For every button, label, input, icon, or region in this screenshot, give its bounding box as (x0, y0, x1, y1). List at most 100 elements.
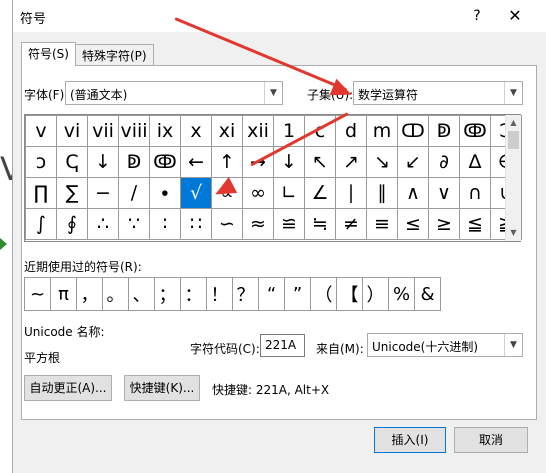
symbol-cell[interactable]: ∑ (56, 177, 88, 209)
symbol-cell[interactable]: ≡ (366, 208, 398, 240)
background-window: V (0, 0, 22, 473)
symbol-cell[interactable]: x (180, 115, 212, 147)
symbol-cell[interactable]: ↅ (56, 146, 88, 178)
symbol-cell[interactable]: − (87, 177, 119, 209)
symbol-cell[interactable]: ↓ (87, 146, 119, 178)
symbol-cell[interactable]: ≦ (459, 208, 491, 240)
symbol-cell[interactable]: ∞ (242, 177, 274, 209)
chevron-down-icon[interactable]: ▼ (504, 82, 522, 104)
scroll-up-icon[interactable]: ▲ (506, 115, 521, 131)
symbol-cell[interactable]: ∙ (149, 177, 181, 209)
recent-symbols-label: 近期使用过的符号(R): (24, 260, 142, 274)
symbol-cell[interactable]: ∂ (428, 146, 460, 178)
font-label: 字体(F): (24, 88, 69, 102)
symbol-cell[interactable]: ↁ (118, 146, 150, 178)
symbol-cell[interactable]: ↘ (366, 146, 398, 178)
symbol-cell[interactable]: ↄ (25, 146, 57, 178)
cancel-button[interactable]: 取消 (454, 427, 528, 453)
symbol-cell[interactable]: ∩ (459, 177, 491, 209)
tab-special-characters[interactable]: 特殊字符(P) (75, 44, 154, 66)
dialog-title: 符号 (20, 12, 47, 27)
title-bar: 符号 ? ✕ (13, 0, 546, 32)
symbol-cell[interactable]: ∷ (180, 208, 212, 240)
recent-symbol-cell[interactable]: % (388, 277, 415, 311)
from-select[interactable]: Unicode(十六进制) ▼ (367, 333, 523, 357)
symbol-cell[interactable]: ↂ (149, 146, 181, 178)
symbol-cell[interactable]: ≤ (397, 208, 429, 240)
symbol-cell[interactable]: d (335, 115, 367, 147)
recent-symbol-cell[interactable]: & (414, 277, 441, 311)
symbol-cell[interactable]: ↁ (428, 115, 460, 147)
subset-select-value: 数学运算符 (358, 88, 419, 102)
symbol-cell[interactable]: vi (56, 115, 88, 147)
symbol-cell[interactable]: ∟ (273, 177, 305, 209)
symbol-cell[interactable]: ∵ (118, 208, 150, 240)
recent-symbol-cell[interactable]: 。 (102, 277, 129, 311)
symbol-cell[interactable]: ∮ (56, 208, 88, 240)
symbol-cell[interactable]: ← (180, 146, 212, 178)
symbol-cell[interactable]: ix (149, 115, 181, 147)
symbol-cell[interactable]: m (366, 115, 398, 147)
symbol-cell[interactable]: ↂ (459, 115, 491, 147)
symbol-cell[interactable]: ∣ (335, 177, 367, 209)
shortcut-key-text: 快捷键: 221A, Alt+X (212, 383, 330, 397)
chevron-down-icon[interactable]: ▼ (504, 334, 522, 356)
symbol-cell[interactable]: ≠ (335, 208, 367, 240)
recent-symbol-cell[interactable]: ； (154, 277, 181, 311)
symbol-grid-row: vviviiviiiixxxixii1cdmↀↁↂↃ (25, 115, 522, 147)
unicode-name-value: 平方根 (24, 351, 61, 365)
shortcut-key-button[interactable]: 快捷键(K)... (124, 375, 200, 401)
symbol-cell[interactable]: ≈ (242, 208, 274, 240)
chevron-down-icon[interactable]: ▼ (264, 82, 282, 104)
symbol-cell[interactable]: ∆ (459, 146, 491, 178)
symbol-cell[interactable]: viii (118, 115, 150, 147)
symbol-cell[interactable]: ∠ (304, 177, 336, 209)
symbol-cell[interactable]: ↗ (335, 146, 367, 178)
recent-symbol-cell[interactable]: （ (310, 277, 337, 311)
recent-symbol-cell[interactable]: ” (284, 277, 311, 311)
close-button[interactable]: ✕ (503, 4, 527, 28)
symbol-cell[interactable]: ↖ (304, 146, 336, 178)
symbol-cell[interactable]: ∏ (25, 177, 57, 209)
recent-symbol-cell[interactable]: 、 (128, 277, 155, 311)
symbol-cell[interactable]: v (25, 115, 57, 147)
subset-select[interactable]: 数学运算符 ▼ (353, 81, 523, 105)
symbol-cell[interactable]: ∕ (118, 177, 150, 209)
autocorrect-button[interactable]: 自动更正(A)... (24, 375, 112, 401)
symbol-cell[interactable]: ↙ (397, 146, 429, 178)
symbol-cell[interactable]: ∨ (428, 177, 460, 209)
symbol-cell[interactable]: ∫ (25, 208, 57, 240)
symbol-cell[interactable]: ∥ (366, 177, 398, 209)
recent-symbol-cell[interactable]: ！ (206, 277, 233, 311)
help-button[interactable]: ? (465, 4, 489, 28)
insert-button[interactable]: 插入(I) (374, 427, 446, 453)
symbol-cell[interactable]: ↑ (211, 146, 243, 178)
symbol-cell[interactable]: ∽ (211, 208, 243, 240)
font-select[interactable]: (普通文本) ▼ (65, 81, 283, 105)
symbol-cell[interactable]: ∶ (149, 208, 181, 240)
background-arrow-icon (0, 238, 7, 250)
recent-symbol-cell[interactable]: ： (180, 277, 207, 311)
char-code-input[interactable]: 221A (260, 334, 305, 357)
symbol-cell[interactable]: ∧ (397, 177, 429, 209)
symbol-cell[interactable]: ≌ (273, 208, 305, 240)
symbol-cell[interactable]: ≥ (428, 208, 460, 240)
scroll-down-icon[interactable]: ▼ (506, 225, 521, 241)
symbol-grid-scrollbar[interactable]: ▲ ▼ (505, 115, 521, 241)
recent-symbol-cell[interactable]: ， (76, 277, 103, 311)
symbol-cell-selected[interactable]: √ (180, 177, 212, 209)
symbol-cell[interactable]: ≒ (304, 208, 336, 240)
recent-symbol-cell[interactable]: ~ (24, 277, 51, 311)
recent-symbol-cell[interactable]: “ (258, 277, 285, 311)
symbol-cell[interactable]: ∴ (87, 208, 119, 240)
symbol-cell[interactable]: xii (242, 115, 274, 147)
scroll-thumb[interactable] (508, 131, 519, 149)
symbol-cell[interactable]: xi (211, 115, 243, 147)
recent-symbol-cell[interactable]: π (50, 277, 77, 311)
recent-symbol-cell[interactable]: 【 (336, 277, 363, 311)
tab-symbols[interactable]: 符号(S) (21, 42, 76, 66)
symbol-cell[interactable]: ↀ (397, 115, 429, 147)
recent-symbol-cell[interactable]: ？ (232, 277, 259, 311)
symbol-cell[interactable]: vii (87, 115, 119, 147)
recent-symbol-cell[interactable]: ） (362, 277, 389, 311)
